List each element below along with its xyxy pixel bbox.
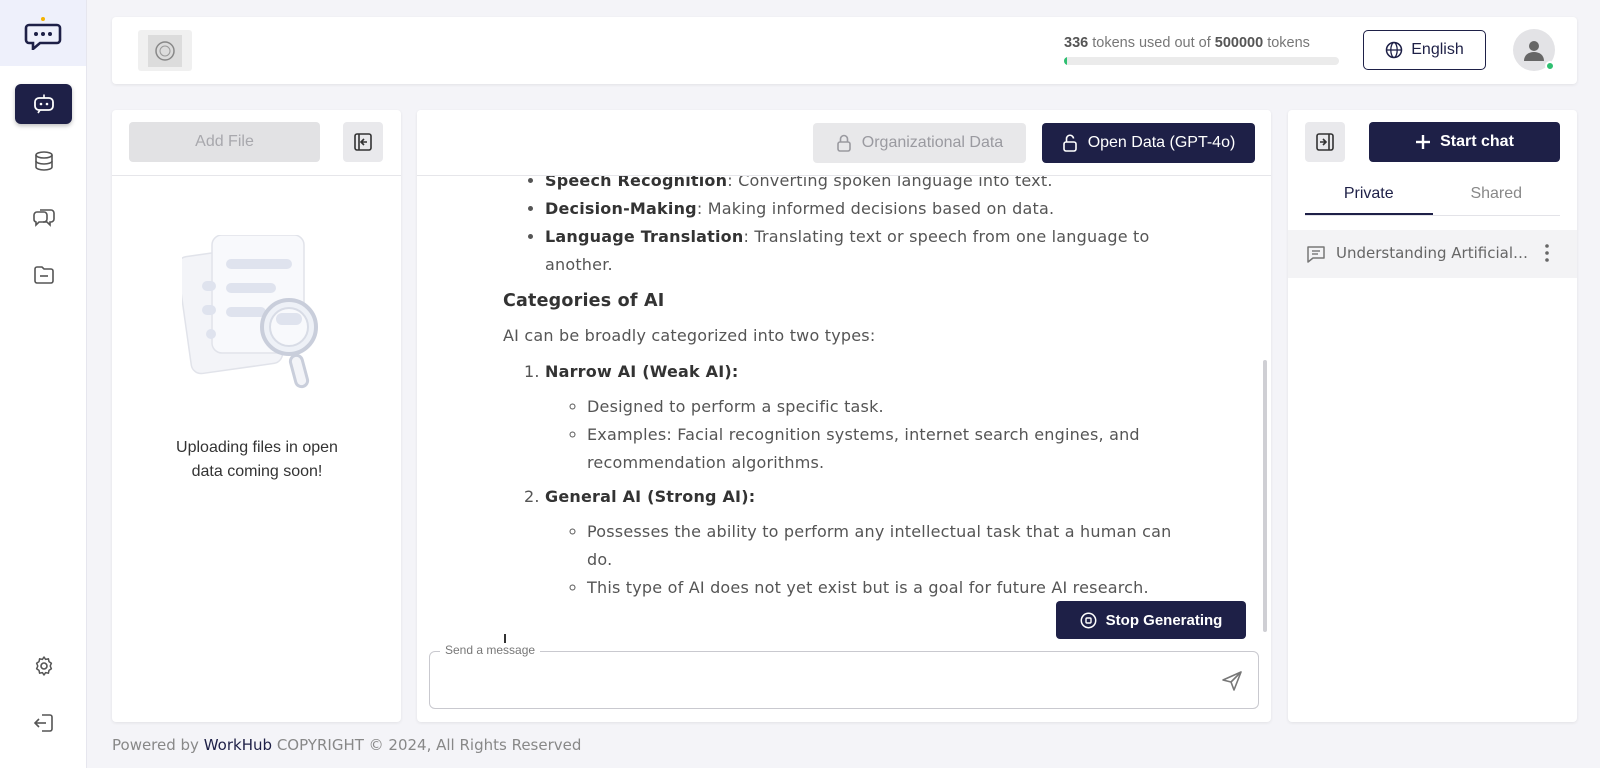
- user-avatar[interactable]: [1513, 29, 1555, 71]
- tokens-suffix: tokens: [1267, 35, 1310, 51]
- ai-type-point: This type of AI does not yet exist but i…: [587, 574, 1183, 602]
- nav-files[interactable]: [15, 255, 72, 295]
- tab-shared[interactable]: Shared: [1433, 174, 1561, 215]
- ai-type-point: Possesses the ability to perform any int…: [587, 518, 1183, 574]
- start-chat-button[interactable]: Start chat: [1369, 122, 1560, 162]
- footer-prefix: Powered by: [112, 736, 199, 754]
- collapse-files-button[interactable]: [343, 122, 383, 162]
- online-status-dot: [1545, 61, 1555, 71]
- more-options-icon[interactable]: [1543, 242, 1551, 264]
- ai-type-item: Narrow AI (Weak AI): Designed to perform…: [545, 358, 1183, 477]
- open-data-button[interactable]: Open Data (GPT-4o): [1042, 123, 1255, 163]
- tokens-used: 336: [1064, 35, 1089, 51]
- chat-history-title: Understanding Artificial Intelligence: [1336, 244, 1531, 262]
- message-paragraph: AI can be broadly categorized into two t…: [503, 326, 876, 345]
- tokens-total: 500000: [1214, 35, 1264, 51]
- ai-type-point: Designed to perform a specific task.: [587, 393, 1183, 421]
- send-icon[interactable]: [1220, 669, 1244, 693]
- chat-messages: Speech Recognition: Converting spoken la…: [417, 176, 1271, 650]
- chat-scrollbar[interactable]: [1263, 360, 1267, 632]
- empty-files-message: Uploading files in open data coming soon…: [142, 436, 372, 484]
- footer-brand-link[interactable]: WorkHub: [204, 736, 272, 754]
- expand-panel-button[interactable]: [1305, 122, 1345, 162]
- language-label: English: [1411, 41, 1464, 58]
- chat-history-item[interactable]: Understanding Artificial Intelligence: [1288, 230, 1577, 278]
- token-usage-text: 336 tokens used out of 500000 tokens: [1064, 35, 1339, 51]
- nav-chatbot[interactable]: [15, 84, 72, 124]
- stop-icon: [1080, 612, 1097, 628]
- footer-copyright: COPYRIGHT © 2024, All Rights Reserved: [276, 736, 582, 754]
- plus-icon: [1416, 135, 1431, 149]
- list-item: Decision-Making: Making informed decisio…: [545, 195, 1183, 223]
- top-header: 336 tokens used out of 500000 tokens Eng…: [112, 17, 1577, 84]
- stop-generating-label: Stop Generating: [1105, 611, 1223, 629]
- history-tabs: Private Shared: [1305, 174, 1560, 216]
- list-item-term: Language Translation: [545, 227, 744, 246]
- assistant-message: Speech Recognition: Converting spoken la…: [503, 176, 1183, 608]
- ai-type-title: Narrow AI (Weak AI):: [545, 362, 739, 381]
- logout-icon: [33, 714, 53, 732]
- nav-database[interactable]: [15, 141, 72, 181]
- tab-private[interactable]: Private: [1305, 174, 1433, 215]
- nav-settings[interactable]: [15, 646, 72, 686]
- language-selector[interactable]: English: [1363, 30, 1486, 70]
- message-input-box: Send a message: [429, 643, 1259, 709]
- unlock-icon: [1062, 134, 1077, 152]
- seal-icon: [155, 40, 175, 61]
- chat-bubble-logo-icon: [24, 17, 62, 50]
- empty-files-line-2: data coming soon!: [191, 463, 323, 480]
- message-heading: Categories of AI: [503, 291, 665, 311]
- list-item-term: Decision-Making: [545, 199, 697, 218]
- list-item-desc: : Making informed decisions based on dat…: [696, 199, 1055, 218]
- token-progress-bar: [1064, 57, 1339, 65]
- chat-panel: Organizational Data Open Data (GPT-4o) S…: [417, 110, 1271, 722]
- ai-type-title: General AI (Strong AI):: [545, 487, 756, 506]
- lock-icon: [836, 134, 851, 152]
- footer: Powered by WorkHub COPYRIGHT © 2024, All…: [112, 736, 581, 754]
- ai-type-item: General AI (Strong AI): Possesses the ab…: [545, 483, 1183, 602]
- message-icon: [1307, 246, 1325, 263]
- open-data-label: Open Data (GPT-4o): [1087, 134, 1236, 151]
- list-item: Speech Recognition: Converting spoken la…: [545, 176, 1183, 195]
- start-chat-label: Start chat: [1440, 133, 1514, 150]
- list-item-desc: : Converting spoken language into text.: [727, 176, 1053, 190]
- tokens-mid-text: tokens used out of: [1092, 35, 1211, 51]
- app-logo[interactable]: [0, 0, 86, 66]
- gear-icon: [35, 656, 52, 676]
- empty-files-illustration: [182, 235, 318, 389]
- message-input-label: Send a message: [440, 643, 541, 657]
- organizational-data-button[interactable]: Organizational Data: [813, 123, 1026, 163]
- bot-icon: [33, 94, 54, 114]
- empty-files-line-1: Uploading files in open: [176, 439, 338, 456]
- organization-logo: [138, 30, 192, 71]
- folder-icon: [33, 266, 54, 284]
- organizational-data-label: Organizational Data: [861, 134, 1004, 151]
- collapse-left-icon: [354, 133, 372, 151]
- conversation-icon: [32, 209, 55, 227]
- globe-icon: [1386, 41, 1403, 59]
- token-progress-fill: [1064, 57, 1067, 65]
- database-icon: [34, 151, 53, 171]
- list-item: Language Translation: Translating text o…: [545, 223, 1183, 279]
- user-icon: [1524, 41, 1544, 61]
- files-panel: Add File Uploading files in open data co…: [112, 110, 401, 722]
- ai-type-point: Examples: Facial recognition systems, in…: [587, 421, 1183, 477]
- nav-logout[interactable]: [15, 703, 72, 743]
- left-sidebar: [0, 0, 87, 768]
- list-item-term: Speech Recognition: [545, 176, 728, 190]
- add-file-button[interactable]: Add File: [129, 122, 320, 162]
- message-input[interactable]: [444, 666, 1204, 694]
- chat-history-panel: Start chat Private Shared Understanding …: [1288, 110, 1577, 722]
- stop-generating-button[interactable]: Stop Generating: [1056, 601, 1246, 639]
- nav-conversations[interactable]: [15, 198, 72, 238]
- expand-right-icon: [1316, 133, 1334, 151]
